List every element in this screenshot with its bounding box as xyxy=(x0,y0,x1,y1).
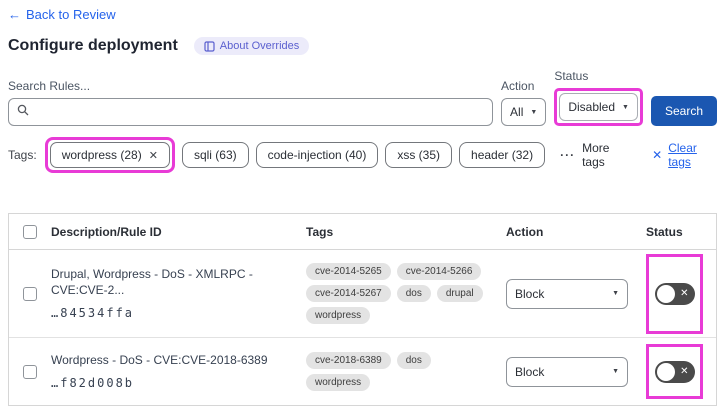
action-filter-group: Action All ▼ xyxy=(501,79,547,126)
remove-tag-icon[interactable]: ✕ xyxy=(149,149,158,162)
tag-pill: cve-2018-6389 xyxy=(306,352,391,369)
status-dropdown[interactable]: Disabled ▼ xyxy=(559,93,638,121)
status-toggle[interactable]: ✕ xyxy=(654,282,695,305)
table-header-row: Description/Rule ID Tags Action Status xyxy=(9,214,716,250)
toggle-knob xyxy=(656,362,675,381)
rules-table: Description/Rule ID Tags Action Status D… xyxy=(8,213,717,406)
status-toggle-highlight: ✕ xyxy=(646,253,703,334)
tag-pill: wordpress xyxy=(306,307,371,324)
action-dropdown[interactable]: All ▼ xyxy=(501,98,547,126)
column-header-description: Description/Rule ID xyxy=(51,224,162,239)
row-checkbox[interactable] xyxy=(23,286,37,301)
tag-filter-label: xss (35) xyxy=(397,148,441,162)
tag-pill: drupal xyxy=(436,285,483,302)
toggle-off-icon: ✕ xyxy=(680,366,689,377)
table-row: Drupal, Wordpress - DoS - XMLRPC - CVE:C… xyxy=(9,250,716,338)
tag-filter-wordpress[interactable]: wordpress (28) ✕ xyxy=(49,142,170,168)
rule-description: Drupal, Wordpress - DoS - XMLRPC - CVE:C… xyxy=(51,267,253,297)
chevron-down-icon: ▼ xyxy=(530,108,538,116)
rule-tags: cve-2014-5265 cve-2014-5266 cve-2014-5267 d… xyxy=(306,263,506,324)
page-title: Configure deployment xyxy=(8,37,178,54)
toggle-off-icon: ✕ xyxy=(680,288,689,299)
action-dropdown-value: All xyxy=(510,105,524,119)
action-select[interactable]: Block ▼ xyxy=(506,278,628,309)
rule-id: …f82d008b xyxy=(51,375,135,390)
filter-bar: Search Rules... Action All ▼ Status Disa… xyxy=(8,69,717,126)
book-icon xyxy=(204,40,215,52)
tag-filter[interactable]: sqli (63) xyxy=(181,142,249,168)
table-row: Wordpress - DoS - CVE:CVE-2018-6389 …f82… xyxy=(9,338,716,405)
tag-pill: dos xyxy=(396,285,431,302)
tag-pill: cve-2014-5267 xyxy=(306,285,391,302)
tag-pill: cve-2014-5265 xyxy=(306,263,391,280)
more-tags-label: More tags xyxy=(582,141,610,169)
clear-tags-label: Clear tags xyxy=(668,141,697,169)
action-select-value: Block xyxy=(515,364,545,379)
action-select[interactable]: Block ▼ xyxy=(506,356,628,387)
rule-id: …84534ffa xyxy=(51,305,135,320)
clear-tags-button[interactable]: ✕ Clear tags xyxy=(652,141,717,169)
about-overrides-label: About Overrides xyxy=(219,40,300,52)
more-tags-button[interactable]: ··· More tags xyxy=(560,141,629,169)
rule-tags: cve-2018-6389 dos wordpress xyxy=(306,352,506,391)
search-rules-input[interactable] xyxy=(35,105,485,119)
chevron-down-icon: ▼ xyxy=(622,103,629,111)
search-button[interactable]: Search xyxy=(650,96,717,126)
chevron-down-icon: ▼ xyxy=(612,290,619,297)
column-header-tags: Tags xyxy=(306,224,334,239)
action-select-value: Block xyxy=(515,286,545,301)
tag-pill: wordpress xyxy=(306,374,371,391)
ellipsis-icon: ··· xyxy=(560,148,576,162)
back-link-label: Back to Review xyxy=(26,7,116,22)
action-filter-label: Action xyxy=(501,79,535,93)
back-arrow-icon: ← xyxy=(8,7,21,22)
select-all-checkbox[interactable] xyxy=(23,224,37,239)
column-header-action: Action xyxy=(506,224,544,239)
search-group: Search Rules... xyxy=(8,79,494,126)
chevron-down-icon: ▼ xyxy=(612,368,619,375)
tags-label: Tags: xyxy=(8,148,37,162)
column-header-status: Status xyxy=(646,224,683,239)
rule-description: Wordpress - DoS - CVE:CVE-2018-6389 xyxy=(51,353,268,368)
status-dropdown-value: Disabled xyxy=(568,100,616,114)
status-filter-group: Status Disabled ▼ xyxy=(554,69,643,126)
close-icon: ✕ xyxy=(652,148,663,162)
configure-deployment-page: ← Back to Review Configure deployment Abo… xyxy=(0,0,725,406)
tag-filter-label: wordpress (28) xyxy=(61,148,142,162)
tag-pill: dos xyxy=(396,352,431,369)
tags-bar: Tags: wordpress (28) ✕ sqli (63) code-in… xyxy=(8,137,717,173)
status-toggle-highlight: ✕ xyxy=(646,344,703,399)
heading-row: Configure deployment About Overrides xyxy=(8,37,717,55)
search-box[interactable] xyxy=(8,98,494,126)
row-checkbox[interactable] xyxy=(23,364,37,379)
tag-filter[interactable]: code-injection (40) xyxy=(255,142,379,168)
back-to-review-link[interactable]: ← Back to Review xyxy=(8,7,116,22)
selected-tag-highlight: wordpress (28) ✕ xyxy=(44,137,175,173)
tag-filter-label: sqli (63) xyxy=(193,148,237,162)
about-overrides-badge[interactable]: About Overrides xyxy=(193,37,310,55)
tag-filter[interactable]: xss (35) xyxy=(385,142,453,168)
status-filter-label: Status xyxy=(554,69,589,83)
search-icon xyxy=(17,103,29,121)
search-rules-label: Search Rules... xyxy=(8,79,91,93)
status-toggle[interactable]: ✕ xyxy=(654,360,695,383)
tag-filter-label: code-injection (40) xyxy=(267,148,367,162)
status-dropdown-highlight: Disabled ▼ xyxy=(554,88,643,126)
toggle-knob xyxy=(656,284,675,303)
tag-filter[interactable]: header (32) xyxy=(459,142,546,168)
tag-filter-label: header (32) xyxy=(471,148,534,162)
tag-pill: cve-2014-5266 xyxy=(396,263,482,280)
